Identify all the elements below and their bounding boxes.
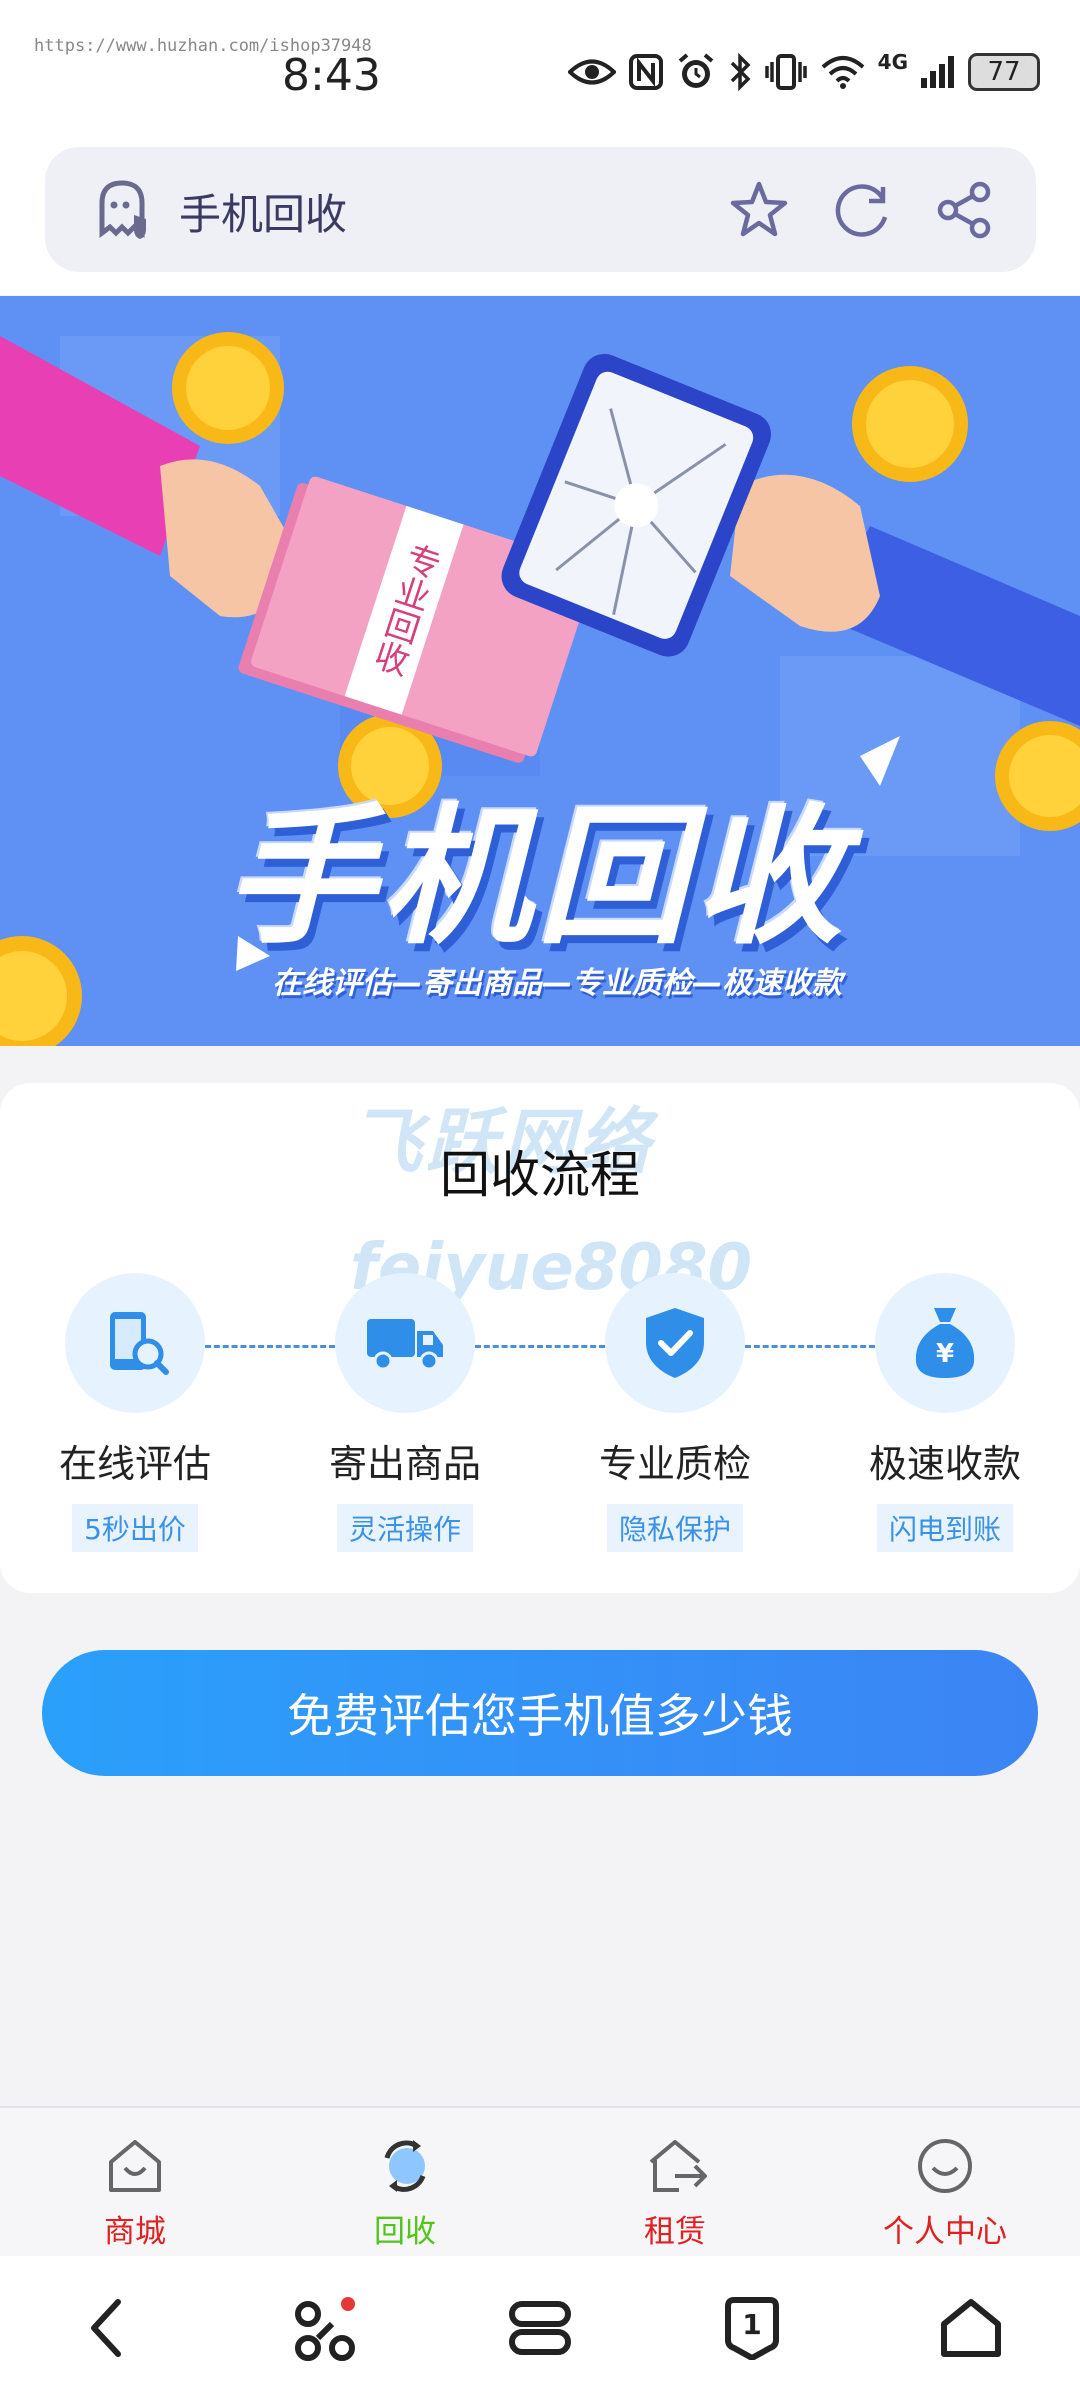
refresh-icon[interactable] [831, 179, 893, 241]
step-icon-circle [65, 1273, 205, 1413]
tabs-count: 1 [742, 2308, 762, 2341]
battery-level: 77 [987, 57, 1021, 87]
eye-icon [567, 59, 616, 85]
step-label: 专业质检 [598, 1442, 751, 1486]
bluetooth-icon [730, 52, 751, 92]
step-ship-item[interactable]: 寄出商品 灵活操作 [295, 1273, 515, 1552]
step-icon-circle: ¥ [875, 1273, 1015, 1413]
home-icon[interactable] [938, 2296, 1004, 2360]
step-label: 在线评估 [58, 1442, 211, 1486]
alarm-icon [678, 53, 713, 88]
banner-title: 手机回收 [225, 791, 850, 965]
process-title: 回收流程 [440, 1146, 640, 1204]
browser-bar: 手机回收 [0, 130, 1080, 295]
step-icon-circle [605, 1273, 745, 1413]
tabs-button[interactable]: 1 [720, 2296, 784, 2360]
banner-image[interactable]: 专业回收 手机回收 在线评估—寄出商品—专业质检—极速收款 [0, 296, 1080, 1046]
phone-search-icon [110, 1312, 169, 1375]
smile-icon [918, 2139, 972, 2193]
step-sublabel: 灵活操作 [336, 1504, 473, 1552]
menu-icon[interactable] [508, 2296, 572, 2360]
page-title: 手机回收 [179, 190, 348, 239]
shop-icon [109, 2140, 161, 2192]
network-type: 4G [877, 50, 908, 74]
svg-text:¥: ¥ [936, 1339, 954, 1369]
rent-icon [649, 2140, 707, 2192]
money-bag-icon: ¥ [915, 1308, 975, 1378]
share-icon[interactable] [934, 179, 996, 241]
recycle-icon [384, 2140, 426, 2192]
tab-label: 个人中心 [883, 2214, 1007, 2250]
wifi-icon [821, 56, 864, 89]
tab-recycle[interactable]: 回收 [270, 2108, 540, 2258]
bottom-tab-bar: 商城 回收 租赁 个人中心 [0, 2106, 1080, 2256]
tab-label: 回收 [374, 2214, 436, 2250]
tab-label: 租赁 [644, 2214, 706, 2250]
vibrate-icon [764, 54, 807, 90]
address-bar[interactable]: 手机回收 [45, 147, 1036, 272]
page: https://www.huzhan.com/ishop37948 8:43 4… [0, 0, 1080, 2400]
banner-subtitle: 在线评估—寄出商品—专业质检—极速收款 [272, 966, 842, 1001]
battery-indicator: 77 [968, 53, 1040, 91]
step-label: 极速收款 [868, 1442, 1021, 1486]
tab-profile[interactable]: 个人中心 [810, 2108, 1080, 2258]
signal-icon [921, 56, 954, 88]
coin-icon [852, 366, 968, 482]
star-icon[interactable] [728, 179, 790, 241]
step-quality-check[interactable]: 专业质检 隐私保护 [565, 1273, 785, 1552]
step-online-evaluation[interactable]: 在线评估 5秒出价 [25, 1273, 245, 1552]
coin-icon [172, 332, 284, 444]
tab-rent[interactable]: 租赁 [540, 2108, 810, 2258]
ghost-shield-icon[interactable] [90, 177, 154, 241]
step-icon-circle [335, 1273, 475, 1413]
step-sublabel: 隐私保护 [606, 1504, 743, 1552]
tab-label: 商城 [104, 2214, 166, 2250]
shield-check-icon [646, 1308, 704, 1378]
step-sublabel: 5秒出价 [72, 1504, 198, 1552]
step-label: 寄出商品 [328, 1442, 481, 1486]
nfc-icon [628, 54, 663, 90]
status-time: 8:43 [282, 50, 381, 101]
free-evaluation-button[interactable]: 免费评估您手机值多少钱 [42, 1650, 1038, 1776]
apps-icon[interactable] [290, 2296, 360, 2366]
truck-icon [367, 1319, 443, 1371]
status-bar: https://www.huzhan.com/ishop37948 8:43 4… [0, 0, 1080, 130]
status-icons: 4G 77 [567, 50, 1040, 92]
step-sublabel: 闪电到账 [876, 1504, 1013, 1552]
step-fast-payment[interactable]: ¥ 极速收款 闪电到账 [835, 1273, 1055, 1552]
tab-shop[interactable]: 商城 [0, 2108, 270, 2258]
recycle-process-card: 飞跃网络 回收流程 feiyue8080 在线评估 5秒出价 寄出商品 灵活操作… [0, 1083, 1080, 1593]
back-icon[interactable] [80, 2296, 136, 2360]
system-navigation-bar: 1 [0, 2256, 1080, 2400]
